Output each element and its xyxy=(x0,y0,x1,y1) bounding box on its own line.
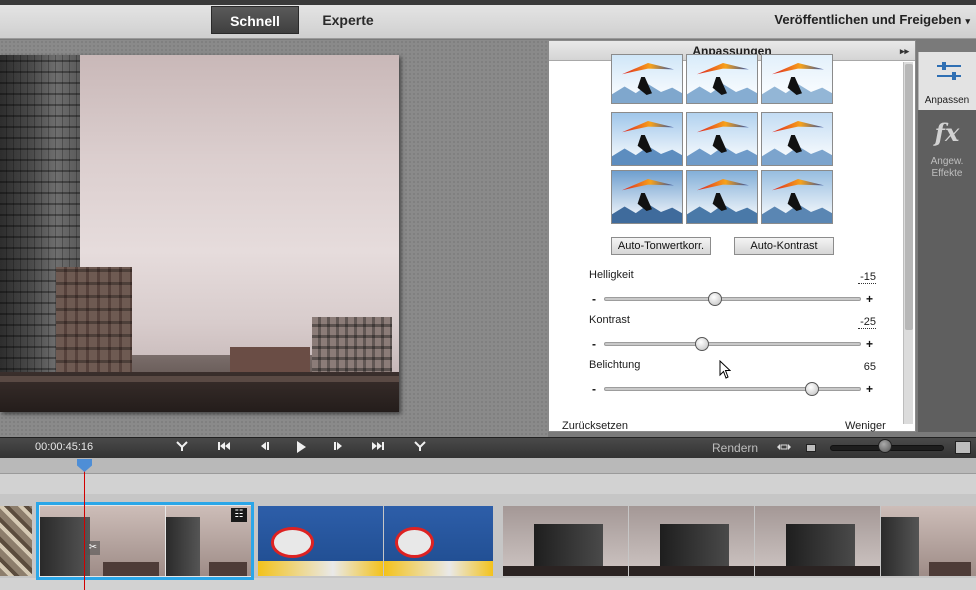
clip-street-selected[interactable] xyxy=(40,506,251,576)
playhead-line xyxy=(84,465,85,590)
clip-frame xyxy=(629,506,754,576)
timeline-zoom-knob[interactable] xyxy=(878,439,892,453)
preview-ground xyxy=(0,372,399,412)
kontrast-value[interactable]: -25 xyxy=(858,316,876,329)
preset-thumbnail[interactable] xyxy=(686,54,758,104)
next-clip-button[interactable] xyxy=(371,440,385,455)
timeline-ruler[interactable] xyxy=(0,458,976,474)
clip-frame xyxy=(258,506,383,576)
clip-frame xyxy=(40,506,165,576)
clip-frame xyxy=(0,506,32,576)
preset-thumbnail[interactable] xyxy=(611,54,683,104)
clip-frame xyxy=(881,506,976,576)
clip-sign[interactable] xyxy=(258,506,493,576)
reset-link[interactable]: Zurücksetzen xyxy=(562,420,628,432)
toolbar-effekte-label: Angew. Effekte xyxy=(930,156,964,179)
preset-thumbnail[interactable] xyxy=(686,112,758,166)
clip-frame xyxy=(503,506,628,576)
kontrast-minus[interactable]: - xyxy=(592,337,596,351)
kontrast-slider-knob[interactable] xyxy=(694,337,709,351)
publish-label: Veröffentlichen und Freigeben xyxy=(774,12,962,27)
kontrast-slider[interactable] xyxy=(604,337,861,351)
tab-schnell[interactable]: Schnell xyxy=(211,6,299,34)
tab-experte[interactable]: Experte xyxy=(305,6,391,34)
clip-graffiti[interactable] xyxy=(0,506,32,576)
belichtung-label: Belichtung xyxy=(589,359,641,371)
helligkeit-slider-knob[interactable] xyxy=(707,292,722,306)
step-forward-button[interactable] xyxy=(333,440,345,455)
fit-timeline-button[interactable] xyxy=(776,441,792,455)
render-button[interactable]: Rendern xyxy=(712,441,758,455)
helligkeit-plus[interactable]: + xyxy=(866,292,873,306)
belichtung-slider[interactable] xyxy=(604,382,861,396)
auto-kontrast-button[interactable]: Auto-Kontrast xyxy=(734,237,834,255)
less-link[interactable]: Weniger xyxy=(845,420,886,432)
toolbar-anpassen-label: Anpassen xyxy=(924,95,970,106)
auto-tonwert-button[interactable]: Auto-Tonwertkorr. xyxy=(611,237,711,255)
chevron-down-icon: ▾ xyxy=(965,16,970,26)
step-back-icon xyxy=(261,442,269,450)
preset-thumbnail[interactable] xyxy=(761,170,833,224)
zoom-out-icon[interactable] xyxy=(806,444,816,452)
clip-frame xyxy=(384,506,493,576)
preset-thumbnail[interactable] xyxy=(761,112,833,166)
publish-menu[interactable]: Veröffentlichen und Freigeben ▾ xyxy=(774,6,970,34)
goto-start-icon xyxy=(176,441,188,451)
preset-thumbnail[interactable] xyxy=(686,170,758,224)
goto-end-icon xyxy=(414,441,426,451)
panel-scrollbar[interactable] xyxy=(903,62,913,424)
clip-towers[interactable] xyxy=(503,506,976,576)
belichtung-slider-knob[interactable] xyxy=(804,382,819,396)
helligkeit-minus[interactable]: - xyxy=(592,292,596,306)
zoom-in-icon[interactable] xyxy=(955,441,971,454)
step-back-button[interactable] xyxy=(258,440,270,455)
panel-collapse-icon[interactable]: ▸▸ xyxy=(900,41,909,61)
fit-icon xyxy=(777,444,791,450)
helligkeit-slider[interactable] xyxy=(604,292,861,306)
belichtung-minus[interactable]: - xyxy=(592,382,596,396)
goto-end-button[interactable] xyxy=(414,440,426,455)
mouse-pointer-icon xyxy=(719,360,731,379)
kontrast-label: Kontrast xyxy=(589,314,630,326)
skip-forward-icon xyxy=(372,442,384,450)
sliders-icon xyxy=(937,62,961,80)
panel-scrollbar-thumb[interactable] xyxy=(905,64,913,330)
video-preview[interactable] xyxy=(0,55,399,412)
prev-clip-button[interactable] xyxy=(217,440,231,455)
preset-thumbnail[interactable] xyxy=(761,54,833,104)
fx-icon[interactable]: fx xyxy=(918,118,976,147)
clip-frame xyxy=(755,506,880,576)
transport-bar: 00:00:45:16 Rendern xyxy=(0,437,976,458)
helligkeit-value[interactable]: -15 xyxy=(858,271,876,284)
skip-back-icon xyxy=(218,442,230,450)
timecode: 00:00:45:16 xyxy=(35,441,94,453)
goto-start-button[interactable] xyxy=(176,440,188,455)
helligkeit-label: Helligkeit xyxy=(589,269,634,281)
kontrast-plus[interactable]: + xyxy=(866,337,873,351)
clip-adjust-icon[interactable]: ☷ xyxy=(231,508,247,522)
belichtung-value[interactable]: 65 xyxy=(862,361,876,373)
preset-thumbnail[interactable] xyxy=(611,112,683,166)
step-forward-icon xyxy=(334,442,342,450)
belichtung-plus[interactable]: + xyxy=(866,382,873,396)
preset-thumbnail[interactable] xyxy=(611,170,683,224)
mode-bar: Schnell Experte Veröffentlichen und Frei… xyxy=(0,5,976,39)
play-button[interactable] xyxy=(295,440,307,457)
play-icon xyxy=(297,441,306,453)
scissors-icon[interactable]: ✂ xyxy=(86,541,100,555)
